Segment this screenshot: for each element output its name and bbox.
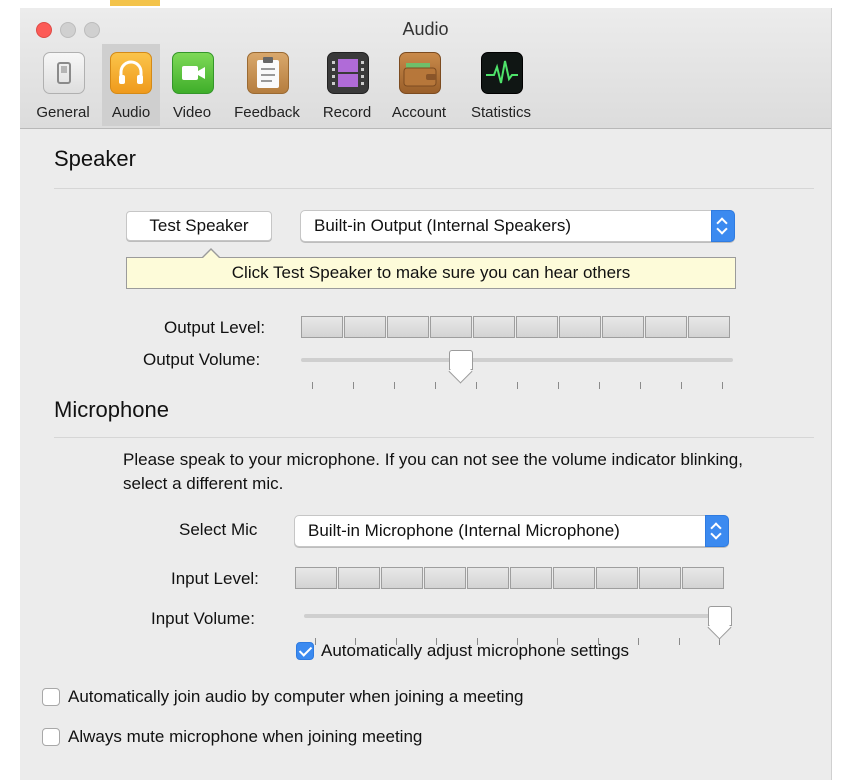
output-level-meter [301,316,730,338]
input-volume-slider[interactable] [304,606,732,646]
headphones-icon [110,52,152,94]
slider-tick [353,382,354,389]
speaker-divider [54,188,814,189]
output-level-segment [430,316,472,338]
title-bar: Audio General Audio Video Feedback Recor… [20,8,831,129]
input-level-segment [639,567,681,589]
video-camera-icon [172,52,214,94]
toolbar-label-audio: Audio [111,104,151,121]
toolbar-tab-audio[interactable]: Audio [102,44,160,126]
input-level-segment [295,567,337,589]
output-level-segment [473,316,515,338]
microphone-device-value: Built-in Microphone (Internal Microphone… [308,521,620,540]
test-speaker-tooltip: Click Test Speaker to make sure you can … [126,248,736,289]
speaker-section-title: Speaker [54,146,136,171]
input-level-label: Input Level: [171,569,259,588]
input-level-meter [295,567,724,589]
input-level-segment [467,567,509,589]
output-level-segment [387,316,429,338]
output-volume-slider[interactable] [301,350,733,390]
output-level-segment [645,316,687,338]
input-level-segment [424,567,466,589]
microphone-hint-text: Please speak to your microphone. If you … [123,450,743,493]
wallet-icon [399,52,441,94]
slider-tick [315,638,316,645]
auto-join-audio-label[interactable]: Automatically join audio by computer whe… [68,687,523,707]
heartbeat-monitor-icon [481,52,523,94]
toolbar-label-record: Record [322,104,372,121]
output-level-label: Output Level: [164,318,266,337]
auto-adjust-mic-checkbox[interactable] [296,642,314,660]
always-mute-checkbox[interactable] [42,728,60,746]
slider-tick [312,382,313,389]
tooltip-text: Click Test Speaker to make sure you can … [231,263,631,282]
input-level-segment [553,567,595,589]
select-stepper-icon [705,515,729,547]
output-level-segment [559,316,601,338]
background-app-edge [110,0,160,6]
slider-tick [722,382,723,389]
slider-tick [678,638,680,645]
toolbar-label-account: Account [391,104,447,121]
output-level-segment [344,316,386,338]
input-level-segment [338,567,380,589]
toolbar-tab-record[interactable]: Record [314,44,380,126]
slider-tick [394,382,395,389]
toolbar-tab-account[interactable]: Account [384,44,454,126]
output-volume-label: Output Volume: [143,350,261,369]
select-mic-label: Select Mic [179,520,258,539]
toolbar-label-general: General [36,104,90,121]
output-level-segment [516,316,558,338]
clipboard-icon [247,52,289,94]
input-level-segment [682,567,724,589]
toolbar-label-video: Video [172,104,212,121]
output-level-segment [301,316,343,338]
speaker-device-select[interactable]: Built-in Output (Internal Speakers) [300,210,735,242]
slider-tick [476,382,477,389]
toolbar-label-feedback: Feedback [234,104,300,121]
slider-knob[interactable] [448,350,473,370]
slider-tick [640,382,641,389]
input-level-segment [381,567,423,589]
toolbar-tab-feedback[interactable]: Feedback [226,44,308,126]
switch-icon [43,52,85,94]
output-level-segment [688,316,730,338]
slider-tick [517,382,518,389]
output-level-segment [602,316,644,338]
slider-tick [638,638,640,645]
microphone-device-select[interactable]: Built-in Microphone (Internal Microphone… [294,515,729,547]
slider-tick [435,382,436,389]
toolbar-tab-video[interactable]: Video [164,44,220,126]
microphone-section-title: Microphone [54,397,169,422]
slider-tick [558,382,559,389]
toolbar-tab-general[interactable]: General [30,44,96,126]
toolbar-tab-statistics[interactable]: Statistics [460,44,542,126]
microphone-divider [54,437,814,438]
select-stepper-icon [711,210,735,242]
input-volume-label: Input Volume: [151,609,255,628]
toolbar-label-statistics: Statistics [470,104,531,121]
input-level-segment [510,567,552,589]
auto-join-audio-checkbox[interactable] [42,688,60,706]
window-title: Audio [402,19,449,39]
auto-adjust-mic-label[interactable]: Automatically adjust microphone settings [321,641,629,661]
audio-settings-window: Audio General Audio Video Feedback Recor… [20,8,832,780]
always-mute-label[interactable]: Always mute microphone when joining meet… [68,727,422,747]
slider-tick [681,382,682,389]
test-speaker-button[interactable]: Test Speaker [126,211,272,241]
speaker-device-value: Built-in Output (Internal Speakers) [314,216,572,235]
input-level-segment [596,567,638,589]
slider-tick [599,382,600,389]
film-strip-icon [327,52,369,94]
slider-knob[interactable] [708,606,732,626]
